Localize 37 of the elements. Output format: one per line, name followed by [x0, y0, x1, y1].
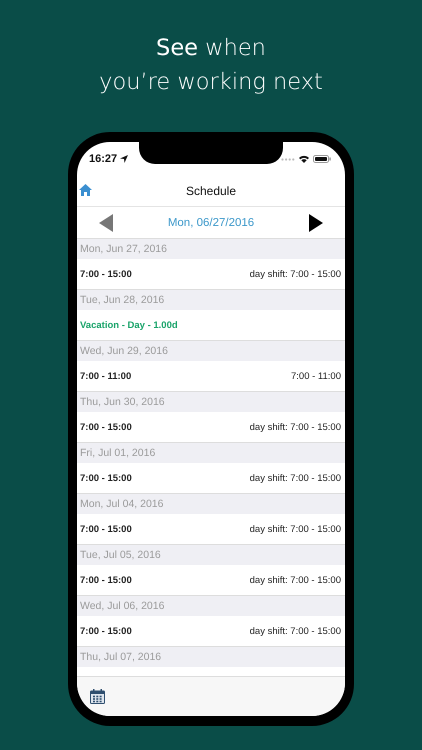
absence-label: Vacation - Day - 1.00d — [80, 320, 178, 330]
day-header: Fri, Jul 01, 2016 — [77, 442, 345, 463]
day-header: Mon, Jul 04, 2016 — [77, 493, 345, 514]
shift-detail: day shift: 7:00 - 15:00 — [250, 524, 341, 534]
day-header: Wed, Jun 29, 2016 — [77, 340, 345, 361]
calendar-icon[interactable] — [90, 689, 105, 704]
status-time: 16:27 — [89, 153, 128, 165]
day-header: Wed, Jul 06, 2016 — [77, 595, 345, 616]
selected-date[interactable]: Mon, 06/27/2016 — [168, 216, 254, 228]
screen-title: Schedule — [186, 184, 236, 198]
headline: you’re working next — [99, 68, 323, 97]
headline: See when — [156, 34, 266, 63]
shift-detail: day shift: 7:00 - 15:00 — [250, 472, 341, 484]
home-icon[interactable] — [79, 184, 92, 196]
shift-time: 7:00 - 15:00 — [80, 626, 132, 636]
shift-detail: day shift: 7:00 - 15:00 — [250, 626, 341, 636]
shift-time: 7:00 - 15:00 — [80, 472, 132, 484]
day-header: Mon, Jun 27, 2016 — [77, 238, 345, 259]
location-arrow-icon — [120, 155, 128, 163]
day-header: Thu, Jul 07, 2016 — [77, 646, 345, 667]
shift-time: 7:00 - 15:00 — [80, 268, 132, 280]
day-header: Thu, Jun 30, 2016 — [77, 391, 345, 412]
signal-dots-icon — [281, 158, 295, 160]
shift-detail: day shift: 7:00 - 15:00 — [250, 574, 341, 586]
shift-detail: day shift: 7:00 - 15:00 — [250, 268, 341, 280]
shift-detail: 7:00 - 11:00 — [290, 370, 341, 382]
day-header: Tue, Jul 05, 2016 — [77, 544, 345, 565]
shift-detail: day shift: 7:00 - 15:00 — [250, 422, 341, 432]
shift-time: 7:00 - 15:00 — [80, 422, 132, 432]
shift-time: 7:00 - 11:00 — [80, 370, 132, 382]
next-button[interactable] — [308, 214, 323, 232]
previous-button[interactable] — [99, 214, 113, 232]
battery-icon — [313, 155, 331, 163]
shift-time: 7:00 - 15:00 — [80, 574, 132, 586]
day-header: Tue, Jun 28, 2016 — [77, 289, 345, 310]
wifi-icon — [299, 155, 309, 163]
shift-time: 7:00 - 15:00 — [80, 524, 132, 534]
